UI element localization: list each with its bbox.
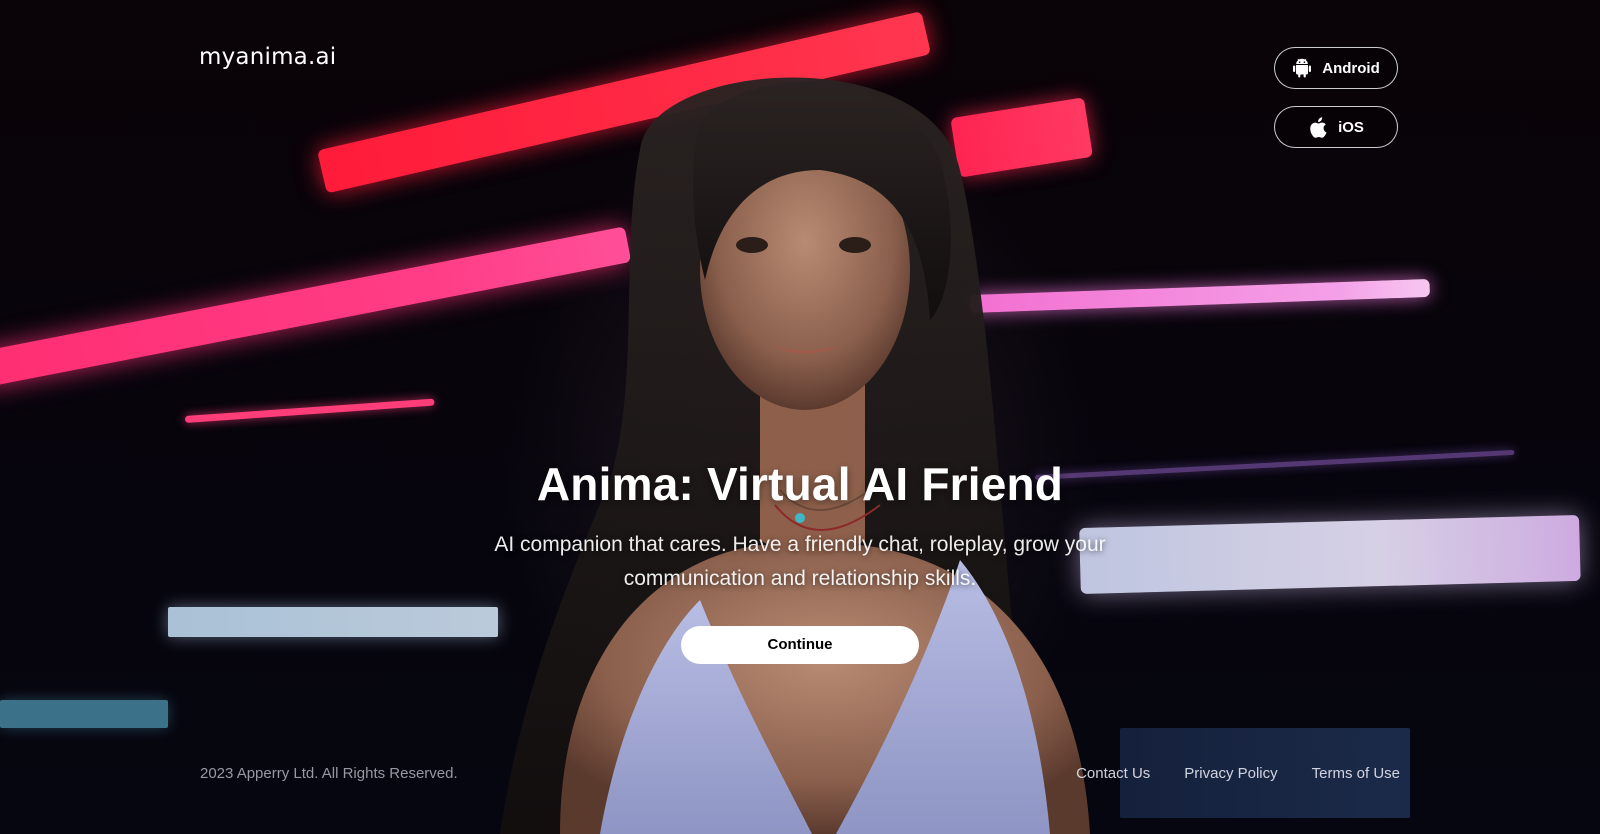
neon-streak-pink <box>0 226 632 388</box>
footer-copyright: 2023 Apperry Ltd. All Rights Reserved. <box>200 765 458 782</box>
site-logo[interactable]: myanima.ai <box>199 44 336 70</box>
neon-streak-thin-pink <box>184 398 435 423</box>
android-icon <box>1292 58 1312 78</box>
ios-download-button[interactable]: iOS <box>1274 106 1398 148</box>
terms-of-use-link[interactable]: Terms of Use <box>1312 765 1400 782</box>
privacy-policy-link[interactable]: Privacy Policy <box>1184 765 1277 782</box>
neon-streak-red <box>317 11 932 194</box>
continue-button[interactable]: Continue <box>681 626 919 664</box>
hero-subtitle: AI companion that cares. Have a friendly… <box>494 533 1106 590</box>
neon-streak-red-short <box>950 97 1094 178</box>
neon-streak-lilac <box>969 278 1431 313</box>
landing-page: myanima.ai Android iOS Anima: Virtual AI… <box>0 0 1600 834</box>
footer-links: Contact Us Privacy Policy Terms of Use <box>1076 765 1400 782</box>
hero-title: Anima: Virtual AI Friend <box>536 458 1064 510</box>
ios-button-label: iOS <box>1338 118 1364 136</box>
contact-us-link[interactable]: Contact Us <box>1076 765 1150 782</box>
android-download-button[interactable]: Android <box>1274 47 1398 89</box>
hero-section: Anima: Virtual AI Friend AI companion th… <box>0 452 1600 664</box>
android-button-label: Android <box>1322 59 1380 77</box>
neon-streak-teal <box>0 700 168 728</box>
apple-icon <box>1308 116 1328 138</box>
